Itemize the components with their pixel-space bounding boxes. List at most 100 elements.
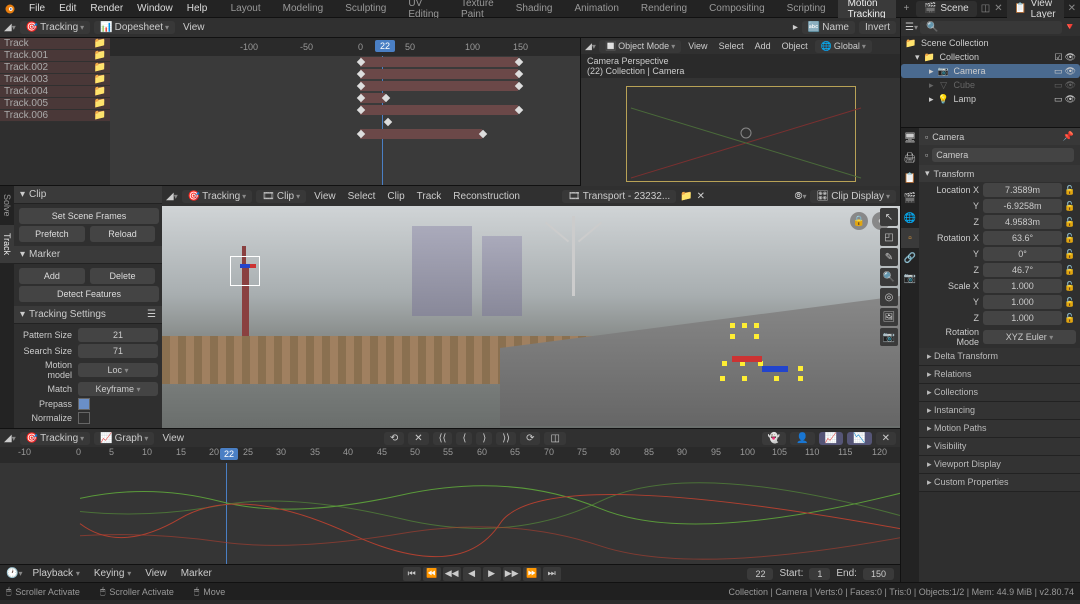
tab-viewlayer-icon[interactable]: 📋 (901, 168, 919, 188)
graph-btn[interactable]: ⟳ (520, 432, 540, 445)
lock-icon[interactable]: 🔓 (1064, 280, 1076, 292)
track-row[interactable]: Track.001📁 (0, 50, 110, 62)
jump-start-icon[interactable]: ⏮ (403, 567, 421, 581)
graph-canvas[interactable] (0, 463, 900, 564)
track-row[interactable]: Track.003📁 (0, 74, 110, 86)
viewport-3d[interactable] (581, 78, 900, 188)
graph-btn[interactable]: ⟩⟩ (496, 432, 516, 445)
graph-btn[interactable]: ✕ (408, 432, 428, 445)
tracking-select[interactable]: 🎯 Tracking ▾ (20, 432, 90, 445)
sort-arrow-icon[interactable]: ▸ (793, 22, 798, 33)
start-frame-field[interactable]: 1 (809, 568, 830, 580)
playhead-badge[interactable]: 22 (220, 448, 238, 460)
menu-clip[interactable]: Clip (383, 191, 408, 202)
editor-type-icon[interactable]: ☰▾ (905, 22, 918, 33)
track-row[interactable]: Track.004📁 (0, 86, 110, 98)
menu-view[interactable]: View (310, 191, 340, 202)
tool-mask-icon[interactable]: ◎ (880, 288, 898, 306)
filter-icon[interactable]: 📈 (819, 432, 843, 445)
tool-camera-icon[interactable]: 📷 (880, 328, 898, 346)
workspace-tab[interactable]: Animation (564, 1, 628, 16)
outliner-item-lamp[interactable]: ▸💡 Lamp ▭👁 (901, 92, 1080, 106)
menu-marker[interactable]: Marker (177, 568, 216, 579)
filter-icon[interactable]: 👤 (790, 432, 814, 445)
editor-type-icon[interactable]: ◢▾ (4, 433, 16, 444)
sort-select[interactable]: 🔤 Name (802, 21, 855, 34)
panel-clip-header[interactable]: ▾ Clip (14, 186, 162, 204)
panel-marker-header[interactable]: ▾ Marker (14, 246, 162, 264)
track-row[interactable]: Track.002📁 (0, 62, 110, 74)
lock-icon[interactable]: 🔓 (1064, 296, 1076, 308)
location-y-field[interactable]: -6.9258m (983, 199, 1062, 213)
panel-instancing[interactable]: ▸ Instancing (919, 402, 1080, 420)
lock-icon[interactable]: 🔓 (1064, 184, 1076, 196)
tracking-mode-select[interactable]: 🎯 Tracking ▾ (20, 21, 90, 34)
pattern-size-field[interactable]: 21 (78, 328, 158, 342)
graph-mode-select[interactable]: 📈 Graph▾ (94, 432, 154, 445)
visibility-icon[interactable]: 👁 (1065, 66, 1076, 77)
exclude-checkbox[interactable]: ☑ (1054, 52, 1062, 63)
outliner-item-camera[interactable]: ▸📷 Camera ▭👁 (901, 64, 1080, 78)
outliner-search[interactable]: 🔍 (920, 21, 1062, 34)
graph-btn[interactable]: ◫ (544, 432, 565, 445)
rotation-y-field[interactable]: 0° (983, 247, 1062, 261)
track-row[interactable]: Track.005📁 (0, 98, 110, 110)
search-size-field[interactable]: 71 (78, 344, 158, 358)
detect-features-button[interactable]: Detect Features (19, 286, 159, 302)
normalize-checkbox[interactable] (78, 412, 90, 424)
lock-icon[interactable]: 🔓 (1064, 248, 1076, 260)
scene-new-icon[interactable]: ◫ (981, 3, 990, 14)
panel-collections[interactable]: ▸ Collections (919, 384, 1080, 402)
outliner-scene-collection[interactable]: 📁 Scene Collection (901, 36, 1080, 50)
add-workspace-button[interactable]: + (898, 1, 916, 16)
workspace-tab[interactable]: Scripting (777, 1, 836, 16)
mode-select[interactable]: 🔲 Object Mode▾ (599, 40, 681, 53)
playhead-badge[interactable]: 22 (375, 40, 395, 52)
rotation-x-field[interactable]: 63.6° (983, 231, 1062, 245)
clip-file-field[interactable]: 🎞 Transport - 23232... (562, 190, 676, 203)
graph-btn[interactable]: ⟨ (456, 432, 472, 445)
tab-solve[interactable]: Solve (0, 186, 14, 225)
filter-icon[interactable]: 👻 (762, 432, 786, 445)
panel-motion-paths[interactable]: ▸ Motion Paths (919, 420, 1080, 438)
scene-delete-icon[interactable]: ✕ (994, 3, 1002, 14)
workspace-tab[interactable]: Shading (506, 1, 563, 16)
tracking-marker[interactable] (230, 256, 260, 286)
lock-icon[interactable]: 🔓 (1064, 312, 1076, 324)
tool-render-icon[interactable]: 🖼 (880, 308, 898, 326)
panel-visibility[interactable]: ▸ Visibility (919, 438, 1080, 456)
motion-model-select[interactable]: Loc ▾ (78, 363, 158, 377)
filter-icon[interactable]: ✕ (876, 432, 896, 445)
location-z-field[interactable]: 4.9583m (983, 215, 1062, 229)
location-x-field[interactable]: 7.3589m (983, 183, 1062, 197)
file-browse-icon[interactable]: 📁 (680, 191, 692, 202)
scale-z-field[interactable]: 1.000 (983, 311, 1062, 325)
prepass-checkbox[interactable] (78, 398, 90, 410)
rotation-z-field[interactable]: 46.7° (983, 263, 1062, 277)
menu-select[interactable]: Select (344, 191, 380, 202)
lock-icon[interactable]: 🔓 (1064, 216, 1076, 228)
tracking-select[interactable]: 🎯 Tracking ▾ (182, 190, 252, 203)
visibility-icon[interactable]: 👁 (1065, 52, 1076, 63)
visibility-icon[interactable]: 👁 (1065, 80, 1076, 91)
menu-view[interactable]: View (684, 41, 711, 51)
menu-add[interactable]: Add (751, 41, 775, 51)
editor-type-icon[interactable]: 🕐▾ (6, 568, 22, 579)
menu-window[interactable]: Window (130, 3, 180, 14)
current-frame-field[interactable]: 22 (747, 568, 773, 580)
tab-data-icon[interactable]: 📷 (901, 268, 919, 288)
object-name-field[interactable]: ▫ Camera (919, 145, 1080, 165)
filter-icon[interactable]: 📉 (847, 432, 871, 445)
tab-constraints-icon[interactable]: 🔗 (901, 248, 919, 268)
end-frame-field[interactable]: 150 (863, 568, 894, 580)
menu-edit[interactable]: Edit (52, 3, 83, 14)
panel-custom-properties[interactable]: ▸ Custom Properties (919, 474, 1080, 492)
play-icon[interactable]: ▶ (483, 567, 501, 581)
dopesheet-mode-select[interactable]: 📊 Dopesheet ▾ (94, 21, 175, 34)
tool-annotate-icon[interactable]: ✎ (880, 248, 898, 266)
restrict-icon[interactable]: ▭ (1054, 94, 1063, 105)
menu-view[interactable]: View (141, 568, 171, 579)
delete-marker-button[interactable]: Delete (90, 268, 156, 284)
tab-world-icon[interactable]: 🌐 (901, 208, 919, 228)
clip-mode-select[interactable]: 🎞 Clip▾ (256, 190, 306, 203)
